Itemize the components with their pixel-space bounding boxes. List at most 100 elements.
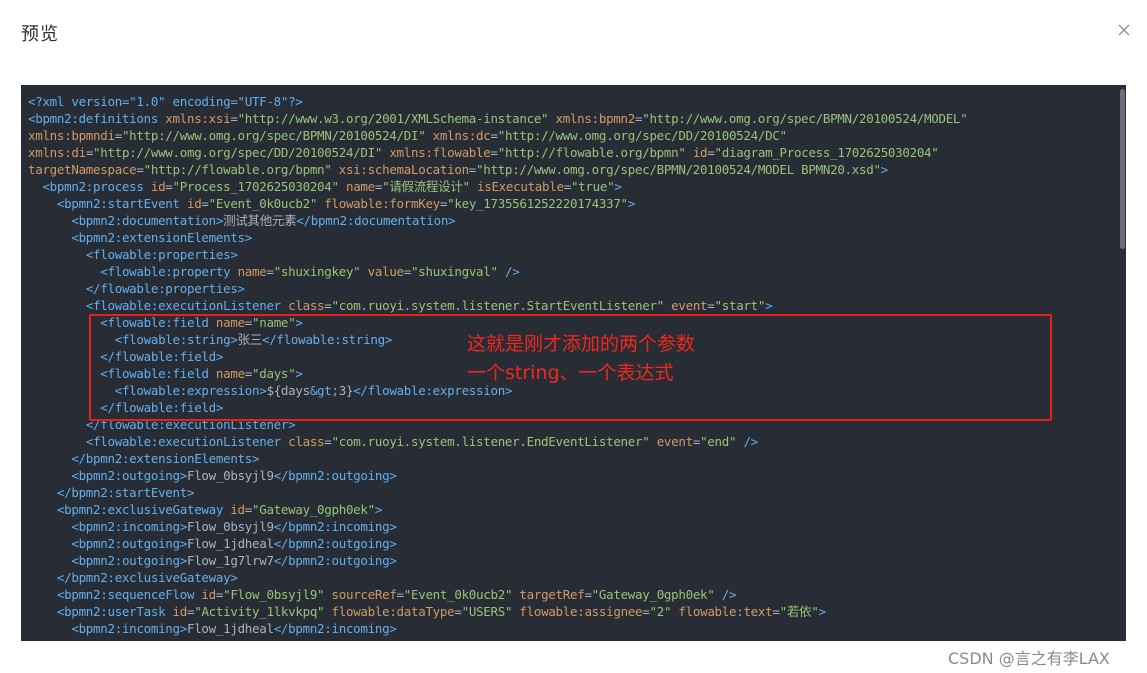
scrollbar[interactable] bbox=[1118, 85, 1126, 641]
code-token-tag: <flowable:executionListener bbox=[85, 298, 289, 313]
code-line: <bpmn2:exclusiveGateway id="Gateway_0gph… bbox=[28, 501, 1116, 518]
code-token-tag: <flowable:properties> bbox=[85, 247, 238, 262]
code-token-tag: </bpmn2:outgoing> bbox=[273, 468, 397, 483]
code-token-tag: > bbox=[765, 298, 773, 313]
code-line: <bpmn2:outgoing>Flow_1g7lrw7</bpmn2:outg… bbox=[28, 552, 1116, 569]
code-line: </bpmn2:extensionElements> bbox=[28, 450, 1116, 467]
code-token-txt: = bbox=[403, 264, 412, 279]
code-token-tag: </bpmn2:exclusiveGateway> bbox=[56, 570, 238, 585]
code-token-attr: id bbox=[201, 587, 216, 602]
code-token-str: "shuxingval" bbox=[411, 264, 498, 279]
code-token-str: "若依" bbox=[779, 604, 819, 619]
code-token-txt: = bbox=[584, 587, 592, 602]
code-token-tag: > bbox=[880, 162, 889, 177]
code-line: xmlns:bpmndi="http://www.omg.org/spec/BP… bbox=[28, 127, 1116, 144]
code-line: <bpmn2:incoming>Flow_1jdheal</bpmn2:inco… bbox=[28, 620, 1116, 637]
code-token-attr: flowable:formKey bbox=[324, 196, 440, 211]
code-token-attr: sourceRef bbox=[331, 587, 397, 602]
code-token-pi: <?xml version="1.0" encoding="UTF-8"?> bbox=[28, 94, 303, 109]
code-token-txt: = bbox=[692, 434, 701, 449]
code-token-tag: <bpmn2:documentation> bbox=[71, 213, 224, 228]
code-token-tag: <bpmn2:outgoing> bbox=[71, 536, 187, 551]
code-token-attr: value bbox=[367, 264, 404, 279]
code-line: <bpmn2:process id="Process_1702625030204… bbox=[28, 178, 1116, 195]
watermark: CSDN @言之有李LAX bbox=[948, 649, 1110, 668]
code-token-tag: </flowable:properties> bbox=[85, 281, 245, 296]
code-token-attr: flowable:text bbox=[678, 604, 773, 619]
code-line: <bpmn2:sequenceFlow id = "Flow_0bsyjl9" so… bbox=[28, 586, 1116, 603]
code-token-str: "Gateway_0gph0ek" bbox=[252, 502, 375, 517]
code-token-str: "shuxingkey" bbox=[273, 264, 361, 279]
code-line: <bpmn2:definitions xmlns:xsi="http://www… bbox=[28, 110, 1116, 127]
annotation-line-1: 这就是刚才添加的两个参数 bbox=[467, 333, 696, 355]
code-token-attr: id bbox=[692, 145, 708, 160]
scrollbar-thumb[interactable] bbox=[1120, 89, 1125, 249]
code-line: <bpmn2:outgoing>Flow_0bsyjl9</bpmn2:outg… bbox=[28, 467, 1116, 484]
code-token-txt: = bbox=[454, 604, 462, 619]
code-line: <bpmn2:incoming>Flow_0bsyjl9</bpmn2:inco… bbox=[28, 518, 1116, 535]
code-token-str: "Event_0k0ucb2" bbox=[208, 196, 318, 211]
code-token-attr: xmlns:di bbox=[28, 145, 86, 160]
code-token-tag: /> bbox=[721, 587, 737, 602]
code-token-tag: <bpmn2:process bbox=[42, 179, 151, 194]
code-token-attr: xmlns:bpmn2 bbox=[555, 111, 636, 126]
code-token-txt: = bbox=[165, 179, 173, 194]
code-line: xmlns:di="http://www.omg.org/spec/DD/201… bbox=[28, 144, 1116, 161]
code-line: <bpmn2:extensionElements> bbox=[28, 229, 1116, 246]
code-token-str: "http://flowable.org/bpmn" bbox=[143, 162, 332, 177]
code-token-attr: class bbox=[288, 298, 325, 313]
code-token-str: "Event_0k0ucb2" bbox=[403, 587, 513, 602]
code-token-str: "http://www.omg.org/spec/BPMN/20100524/D… bbox=[121, 128, 426, 143]
code-token-attr: event bbox=[656, 434, 693, 449]
code-token-attr: xmlns:xsi bbox=[165, 111, 231, 126]
code-token-tag: <bpmn2:outgoing> bbox=[71, 468, 187, 483]
code-token-tag: > bbox=[818, 604, 826, 619]
code-token-tag: <bpmn2:userTask bbox=[56, 604, 173, 619]
code-token-str: "http://flowable.org/bpmn" bbox=[497, 145, 686, 160]
code-token-txt: Flow_1jdheal bbox=[186, 536, 274, 551]
code-token-tag: <bpmn2:startEvent bbox=[56, 196, 187, 211]
code-token-attr: id bbox=[150, 179, 166, 194]
annotation-line-2: 一个string、一个表达式 bbox=[467, 362, 674, 384]
code-line: targetNamespace="http://flowable.org/bpm… bbox=[28, 161, 1116, 178]
close-icon bbox=[1118, 24, 1130, 36]
code-token-txt: = bbox=[396, 587, 405, 602]
code-token-txt: = bbox=[707, 298, 715, 313]
code-token-str: "http://www.omg.org/spec/DD/20100524/DC" bbox=[497, 128, 787, 143]
code-token-attr: xmlns:bpmndi bbox=[28, 128, 115, 143]
code-token-attr: xmlns:dc bbox=[432, 128, 491, 143]
code-line: </bpmn2:exclusiveGateway> bbox=[28, 569, 1116, 586]
code-token-str: "true" bbox=[570, 179, 615, 194]
code-token-str: "com.ruoyi.system.listener.EndEventListe… bbox=[331, 434, 650, 449]
code-token-tag: </bpmn2:extensionElements> bbox=[71, 451, 260, 466]
code-token-tag: /> bbox=[504, 264, 520, 279]
code-token-str: "key_1735561252220174337" bbox=[447, 196, 628, 211]
code-token-txt: Flow_1jdheal bbox=[186, 621, 274, 636]
close-button[interactable] bbox=[1114, 20, 1134, 40]
code-token-tag: <bpmn2:exclusiveGateway bbox=[56, 502, 231, 517]
code-token-attr: id bbox=[186, 196, 202, 211]
code-token-tag: > bbox=[627, 196, 636, 211]
code-token-attr: isExecutable bbox=[477, 179, 564, 194]
preview-dialog: 预览 <?xml version="1.0" encoding="UTF-8"?… bbox=[0, 0, 1147, 673]
code-token-txt: = bbox=[266, 264, 274, 279]
dialog-title: 预览 bbox=[21, 24, 59, 45]
code-token-attr: id bbox=[230, 502, 245, 517]
code-token-attr: name bbox=[345, 179, 375, 194]
code-token-str: "Flow_0bsyjl9" bbox=[223, 587, 325, 602]
